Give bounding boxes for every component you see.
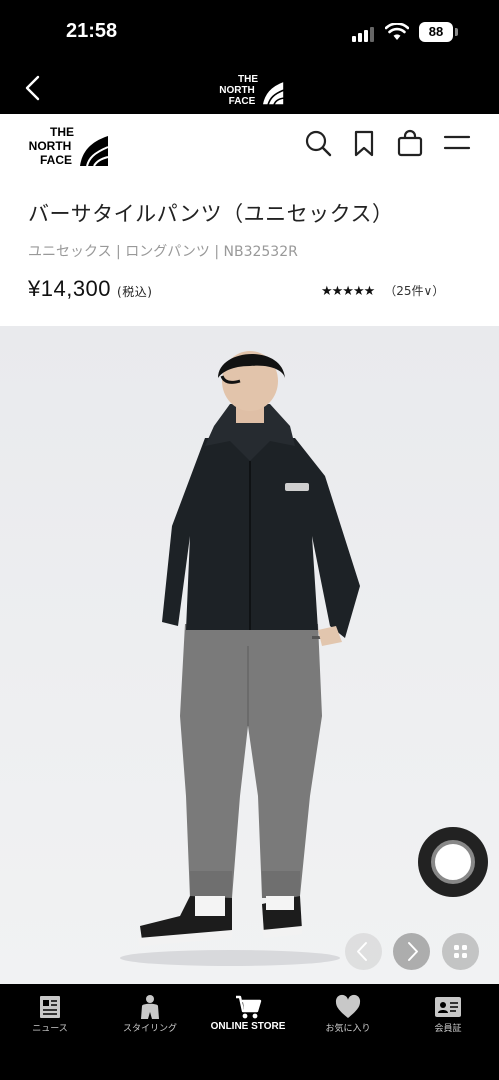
heart-icon	[335, 994, 361, 1018]
camera-shutter-icon	[431, 840, 475, 884]
svg-text:FACE: FACE	[40, 153, 72, 167]
product-meta: ユニセックス | ロングパンツ | NB32532R	[28, 244, 298, 260]
product-price: ¥14,300 (税込)	[28, 276, 152, 302]
product-image-area[interactable]	[0, 326, 499, 984]
cart-icon	[236, 995, 262, 1019]
image-next-button[interactable]	[393, 933, 430, 970]
menu-icon[interactable]	[442, 128, 472, 158]
tab-news-label: ニュース	[32, 1024, 68, 1034]
tab-styling[interactable]: スタイリング	[100, 984, 200, 1044]
back-chevron-icon[interactable]	[18, 72, 48, 104]
chevron-left-icon	[357, 942, 367, 961]
grid-icon	[454, 945, 467, 958]
search-icon[interactable]	[303, 128, 333, 158]
tab-styling-label: スタイリング	[122, 1024, 177, 1034]
svg-text:NORTH: NORTH	[219, 85, 255, 96]
tab-member-card[interactable]: 会員証	[398, 984, 498, 1044]
star-rating: ★★★★★	[321, 284, 375, 299]
status-time: 21:58	[66, 20, 118, 42]
battery-indicator: 88	[419, 22, 458, 42]
app-top-bar: THE NORTH FACE	[0, 64, 499, 114]
styling-icon	[141, 995, 159, 1019]
tab-online-store[interactable]: ONLINE STORE	[198, 984, 298, 1044]
price-value: ¥14,300	[28, 276, 112, 301]
tab-member-card-label: 会員証	[434, 1024, 462, 1034]
product-info: バーサタイルパンツ（ユニセックス） ユニセックス | ロングパンツ | NB32…	[0, 178, 499, 326]
wifi-icon	[385, 23, 409, 40]
brand-logo-icon[interactable]: THE NORTH FACE	[212, 70, 288, 108]
image-grid-button[interactable]	[442, 933, 479, 970]
rating-summary[interactable]: ★★★★★ （25件∨）	[321, 282, 444, 299]
brand-logo[interactable]: THE NORTH FACE	[26, 122, 110, 168]
bottom-tab-bar: ニュース スタイリング ONLINE STORE お気に入り 会員証	[0, 984, 499, 1080]
signal-icon	[352, 26, 376, 42]
tax-note: (税込)	[117, 285, 153, 299]
model-photo	[120, 351, 360, 966]
news-icon	[40, 996, 60, 1018]
svg-text:THE: THE	[50, 125, 74, 139]
member-card-icon	[435, 997, 461, 1017]
shopping-bag-icon[interactable]	[395, 128, 425, 158]
camera-button[interactable]	[418, 827, 488, 897]
image-prev-button[interactable]	[345, 933, 382, 970]
tab-favorites-label: お気に入り	[325, 1024, 371, 1034]
svg-text:FACE: FACE	[229, 96, 256, 107]
svg-text:THE: THE	[238, 74, 258, 85]
tab-news[interactable]: ニュース	[0, 984, 100, 1044]
chevron-right-icon	[408, 942, 418, 961]
tab-favorites[interactable]: お気に入り	[298, 984, 398, 1044]
status-bar: 21:58 88	[0, 0, 499, 64]
product-title: バーサタイルパンツ（ユニセックス）	[28, 202, 394, 226]
site-header: THE NORTH FACE	[0, 114, 499, 178]
review-count-link[interactable]: （25件∨）	[384, 284, 444, 298]
svg-text:NORTH: NORTH	[29, 139, 72, 153]
tab-online-store-label: ONLINE STORE	[210, 1021, 286, 1032]
bookmark-icon[interactable]	[349, 128, 379, 158]
